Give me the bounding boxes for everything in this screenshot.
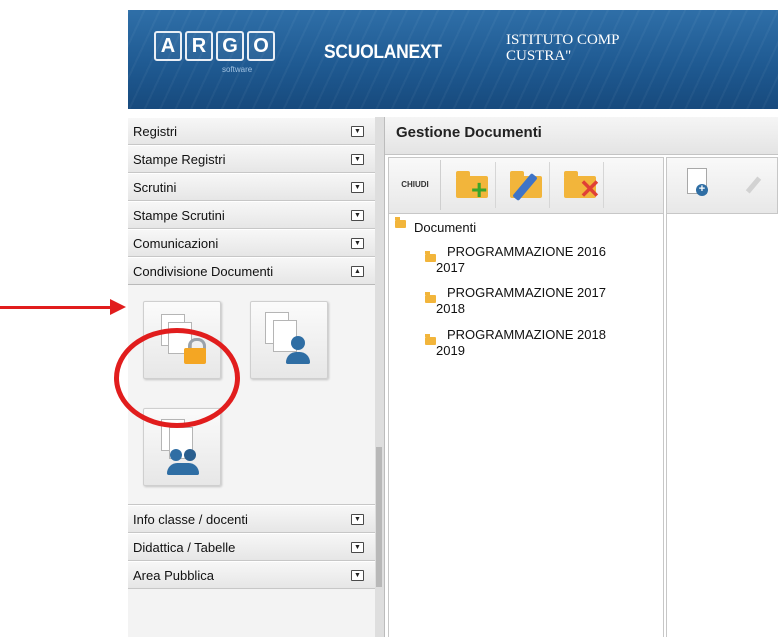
tree-node-documenti[interactable]: Documenti [395, 217, 477, 236]
sidebar-section-scrutini[interactable]: Scrutini ▼ [128, 173, 375, 201]
chevron-down-icon[interactable]: ▼ [351, 569, 364, 581]
add-folder-button[interactable]: + [449, 162, 496, 208]
sidebar-section-stampe-scrutini[interactable]: Stampe Scrutini ▼ [128, 201, 375, 229]
page-title: Gestione Documenti [396, 124, 542, 141]
folder-tree: Documenti PROGRAMMAZIONE 2016 2017 PROGR… [388, 214, 664, 637]
tree-node-label-cont: 2019 [436, 343, 465, 358]
argo-logo-subtitle: software [222, 65, 253, 74]
chevron-down-icon[interactable]: ▼ [351, 541, 364, 553]
sidebar-section-didattica-tabelle[interactable]: Didattica / Tabelle ▼ [128, 533, 375, 561]
annotation-arrow [0, 306, 114, 309]
argo-logo-letter: O [247, 31, 275, 61]
documents-toolbar: + [666, 157, 778, 214]
sidebar-section-label: Info classe / docenti [133, 511, 248, 527]
sidebar-section-label: Didattica / Tabelle [133, 539, 236, 555]
argo-logo-letter: R [185, 31, 213, 61]
edit-folder-button[interactable] [503, 162, 550, 208]
sidebar-section-label: Scrutini [133, 179, 177, 195]
institute-name: ISTITUTO COMP CUSTRA" [506, 32, 619, 64]
sidebar-section-label: Stampe Scrutini [133, 207, 225, 223]
tree-node-label-wrap: PROGRAMMAZIONE 2016 2017 [436, 244, 606, 276]
annotation-arrow-head [110, 299, 126, 315]
argo-logo-letter: A [154, 31, 182, 61]
chevron-down-icon[interactable]: ▼ [351, 125, 364, 137]
tree-node-programmazione-2018-2019[interactable]: PROGRAMMAZIONE 2018 2019 [425, 327, 606, 359]
tree-node-label: PROGRAMMAZIONE 2016 [447, 244, 606, 259]
sidebar-section-label: Registri [133, 123, 178, 139]
tree-node-label-wrap: PROGRAMMAZIONE 2017 2018 [436, 285, 606, 317]
tree-node-label: PROGRAMMAZIONE 2018 [447, 327, 606, 342]
argo-logo: A R G O [154, 31, 275, 61]
sidebar-section-area-pubblica[interactable]: Area Pubblica ▼ [128, 561, 375, 589]
sidebar-section-condivisione-documenti[interactable]: Condivisione Documenti ▲ [128, 257, 375, 285]
tree-node-label-cont: 2017 [436, 260, 465, 275]
sidebar-section-label: Stampe Registri [133, 151, 226, 167]
sidebar-section-comunicazioni[interactable]: Comunicazioni ▼ [128, 229, 375, 257]
sidebar-splitter[interactable] [375, 117, 385, 637]
sidebar-section-label: Condivisione Documenti [133, 263, 274, 279]
sidebar-section-registri[interactable]: Registri ▼ [128, 117, 375, 145]
folder-icon [425, 251, 436, 262]
chevron-down-icon[interactable]: ▼ [351, 181, 364, 193]
chevron-up-icon[interactable]: ▲ [351, 265, 364, 277]
sidebar-section-label: Area Pubblica [133, 567, 214, 583]
chevron-down-icon[interactable]: ▼ [351, 237, 364, 249]
folder-icon [425, 292, 436, 303]
folder-icon [395, 217, 406, 228]
tree-node-programmazione-2016-2017[interactable]: PROGRAMMAZIONE 2016 2017 [425, 244, 606, 276]
documents-panel [666, 214, 778, 637]
sidebar-scrollbar-thumb[interactable] [376, 447, 382, 587]
annotation-circle [114, 328, 240, 428]
brand-title: SCUOLANEXT [324, 42, 442, 63]
page-title-bar: Gestione Documenti [385, 117, 778, 155]
institute-name-line1: ISTITUTO COMP [506, 32, 620, 48]
chevron-down-icon[interactable]: ▼ [351, 209, 364, 221]
sidebar-section-stampe-registri[interactable]: Stampe Registri ▼ [128, 145, 375, 173]
tree-node-label: PROGRAMMAZIONE 2017 [447, 285, 606, 300]
tree-node-label-cont: 2018 [436, 301, 465, 316]
argo-logo-letter: G [216, 31, 244, 61]
tree-node-label: Documenti [414, 220, 477, 235]
sidebar-section-info-classe-docenti[interactable]: Info classe / docenti ▼ [128, 505, 375, 533]
app-header: A R G O software SCUOLANEXT ISTITUTO COM… [128, 10, 778, 109]
sidebar-section-label: Comunicazioni [133, 235, 219, 251]
folders-toolbar: CHIUDI + ✕ [388, 157, 664, 214]
institute-name-line2: CUSTRA" [506, 48, 572, 64]
tree-node-label-wrap: PROGRAMMAZIONE 2018 2019 [436, 327, 606, 359]
folder-icon [425, 334, 436, 345]
shared-documents-user-button[interactable] [250, 301, 328, 379]
chevron-down-icon[interactable]: ▼ [351, 153, 364, 165]
edit-document-icon[interactable] [745, 176, 762, 194]
tree-node-programmazione-2017-2018[interactable]: PROGRAMMAZIONE 2017 2018 [425, 285, 606, 317]
delete-folder-button[interactable]: ✕ [557, 162, 604, 208]
chevron-down-icon[interactable]: ▼ [351, 513, 364, 525]
new-document-icon[interactable]: + [687, 168, 708, 196]
close-button[interactable]: CHIUDI [390, 160, 441, 210]
